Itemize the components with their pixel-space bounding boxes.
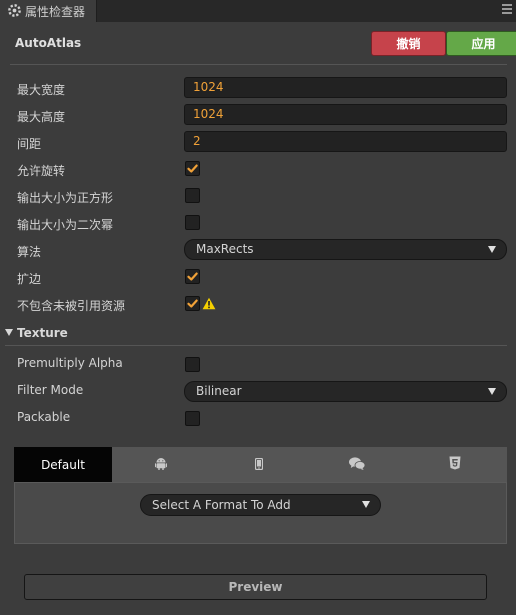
filter-unused-checkbox[interactable] xyxy=(185,296,200,311)
premultiply-alpha-checkbox[interactable] xyxy=(185,357,200,372)
format-select[interactable]: Select A Format To Add xyxy=(140,494,381,516)
padding-bleed-checkbox[interactable] xyxy=(185,269,200,284)
filter-mode-select[interactable]: Bilinear xyxy=(184,381,507,402)
chevron-down-icon xyxy=(488,388,496,395)
preview-button[interactable]: Preview xyxy=(24,574,487,600)
html5-icon xyxy=(449,455,461,474)
chevron-down-icon xyxy=(362,501,370,508)
padding-label: 间距 xyxy=(17,137,42,151)
checkmark-icon xyxy=(187,299,198,308)
filter-mode-select-value: Bilinear xyxy=(196,384,242,398)
mobile-phone-icon xyxy=(254,455,264,474)
tab-android[interactable] xyxy=(112,447,210,482)
component-title: AutoAtlas xyxy=(15,36,82,50)
chevron-down-icon xyxy=(488,246,496,253)
header-divider xyxy=(10,64,507,65)
apply-button[interactable]: 应用 xyxy=(446,31,516,56)
texture-section-header[interactable]: Texture xyxy=(5,326,68,340)
inspector-tab-title: 属性检查器 xyxy=(25,5,86,19)
max-height-input[interactable]: 1024 xyxy=(184,104,507,125)
max-height-label: 最大高度 xyxy=(17,110,66,124)
warning-icon[interactable] xyxy=(202,295,216,314)
collapse-arrow-icon xyxy=(5,329,13,336)
android-icon xyxy=(155,455,167,474)
filter-mode-label: Filter Mode xyxy=(17,383,84,397)
revert-button[interactable]: 撤销 xyxy=(371,31,446,56)
inspector-tab[interactable]: 属性检查器 xyxy=(0,0,97,22)
packable-label: Packable xyxy=(17,410,71,424)
panel-tab-bar: 属性检查器 xyxy=(0,0,516,22)
max-width-input[interactable]: 1024 xyxy=(184,77,507,98)
premultiply-alpha-label: Premultiply Alpha xyxy=(17,356,123,370)
tab-wechat[interactable] xyxy=(308,447,406,482)
algorithm-label: 算法 xyxy=(17,245,42,259)
padding-input[interactable]: 2 xyxy=(184,131,507,152)
tab-mobile[interactable] xyxy=(210,447,308,482)
tab-default[interactable]: Default xyxy=(14,447,112,482)
platform-settings-panel: Select A Format To Add xyxy=(14,482,507,544)
power-of-two-label: 输出大小为二次幂 xyxy=(17,218,114,232)
algorithm-select-value: MaxRects xyxy=(196,242,254,256)
tab-html5[interactable] xyxy=(406,447,504,482)
algorithm-select[interactable]: MaxRects xyxy=(184,239,507,260)
force-squared-checkbox[interactable] xyxy=(185,188,200,203)
wechat-icon xyxy=(349,455,366,474)
texture-section-label: Texture xyxy=(17,326,68,340)
power-of-two-checkbox[interactable] xyxy=(185,215,200,230)
packable-checkbox[interactable] xyxy=(185,411,200,426)
checkmark-icon xyxy=(187,164,198,173)
max-width-label: 最大宽度 xyxy=(17,83,66,97)
gear-icon xyxy=(7,3,22,18)
filter-unused-label: 不包含未被引用资源 xyxy=(17,299,126,313)
padding-bleed-label: 扩边 xyxy=(17,272,42,286)
platform-tab-bar: Default xyxy=(14,447,507,482)
format-select-value: Select A Format To Add xyxy=(152,498,291,512)
texture-divider xyxy=(5,345,507,346)
force-squared-label: 输出大小为正方形 xyxy=(17,191,114,205)
checkmark-icon xyxy=(187,272,198,281)
panel-menu-icon[interactable] xyxy=(502,4,512,14)
allow-rotation-checkbox[interactable] xyxy=(185,161,200,176)
allow-rotation-label: 允许旋转 xyxy=(17,164,66,178)
